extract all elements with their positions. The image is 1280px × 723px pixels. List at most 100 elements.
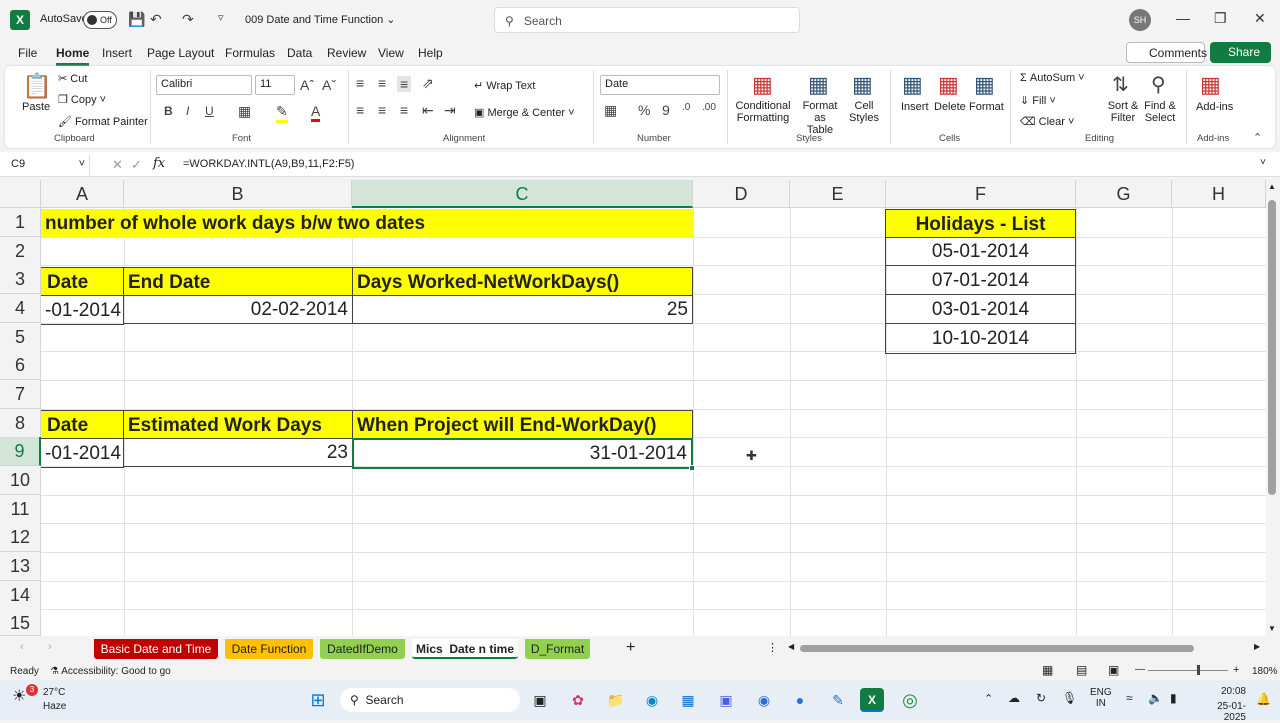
- format-cells-button[interactable]: Format: [969, 101, 1004, 113]
- scroll-right-icon[interactable]: ▶: [1254, 642, 1260, 651]
- sheet-tab[interactable]: DatedIfDemo: [320, 639, 405, 659]
- bold-icon[interactable]: B: [164, 104, 173, 118]
- vertical-scroll-thumb[interactable]: [1268, 200, 1276, 495]
- taskbar-search[interactable]: ⚲ Search: [340, 688, 520, 712]
- sort-filter-button[interactable]: Sort & Filter: [1103, 100, 1143, 124]
- find-select-button[interactable]: Find & Select: [1140, 100, 1180, 124]
- menu-data[interactable]: Data: [287, 46, 312, 60]
- row-header[interactable]: 6: [0, 351, 41, 380]
- share-button[interactable]: Share: [1210, 42, 1271, 63]
- menu-home[interactable]: Home: [56, 46, 90, 66]
- zoom-in-icon[interactable]: +: [1233, 664, 1239, 676]
- cell-styles-icon[interactable]: ▦: [852, 72, 873, 98]
- column-header-c[interactable]: C: [352, 180, 693, 208]
- cell-f4[interactable]: 03-01-2014: [885, 295, 1076, 324]
- autosum-button[interactable]: Σ AutoSum ˅: [1020, 72, 1085, 84]
- cell-f5[interactable]: 10-10-2014: [885, 324, 1076, 354]
- cell-b8[interactable]: Estimated Work Days: [123, 410, 353, 439]
- sort-filter-icon[interactable]: ⇅: [1112, 72, 1129, 97]
- sheet-tab[interactable]: Date Function: [225, 639, 313, 659]
- number-format-select[interactable]: Date: [600, 75, 720, 95]
- function-icon[interactable]: fx: [153, 156, 165, 171]
- cell-c3[interactable]: Days Worked-NetWorkDays(): [352, 267, 693, 296]
- cell-f2[interactable]: 05-01-2014: [885, 237, 1076, 266]
- clock-time[interactable]: 20:08: [1210, 686, 1246, 697]
- decrease-font-icon[interactable]: Aˇ: [322, 77, 336, 93]
- collapse-ribbon-icon[interactable]: ⌃: [1253, 131, 1262, 144]
- row-header[interactable]: 5: [0, 323, 41, 352]
- scroll-down-icon[interactable]: ▼: [1268, 624, 1276, 633]
- row-header[interactable]: 8: [0, 409, 41, 438]
- weather-icon[interactable]: ☀: [12, 686, 26, 706]
- row-header[interactable]: 11: [0, 495, 41, 524]
- row-header[interactable]: 3: [0, 265, 41, 294]
- format-cells-icon[interactable]: ▦: [974, 72, 995, 98]
- paste-button[interactable]: Paste: [22, 101, 50, 113]
- menu-file[interactable]: File: [18, 46, 37, 60]
- notifications-icon[interactable]: 🔔: [1256, 692, 1271, 706]
- increase-decimal-icon[interactable]: .0: [682, 102, 690, 113]
- font-size-select[interactable]: 11: [255, 75, 295, 95]
- align-bottom-icon[interactable]: ≡: [397, 76, 412, 92]
- menu-page-layout[interactable]: Page Layout: [147, 46, 214, 60]
- increase-indent-icon[interactable]: ⇥: [444, 102, 456, 119]
- zoom-slider[interactable]: [1148, 670, 1228, 671]
- borders-icon[interactable]: ▦: [238, 103, 251, 120]
- insert-cells-button[interactable]: Insert: [901, 101, 929, 113]
- redo-icon[interactable]: ↷: [182, 11, 194, 28]
- percent-icon[interactable]: %: [638, 102, 650, 118]
- page-layout-view-icon[interactable]: ▤: [1076, 663, 1087, 677]
- row-header[interactable]: 14: [0, 581, 41, 610]
- row-header[interactable]: 1: [0, 208, 41, 237]
- row-header[interactable]: 2: [0, 237, 41, 266]
- add-ins-icon[interactable]: ▦: [1200, 72, 1221, 98]
- comma-icon[interactable]: 9: [662, 102, 670, 118]
- normal-view-icon[interactable]: ▦: [1042, 663, 1053, 677]
- copilot-icon[interactable]: ✿: [566, 688, 590, 712]
- scroll-up-icon[interactable]: ▲: [1268, 182, 1276, 191]
- cell-styles-button[interactable]: Cell Styles: [845, 100, 883, 124]
- cancel-icon[interactable]: ✕: [112, 157, 123, 173]
- font-color-icon[interactable]: A: [311, 103, 321, 122]
- menu-insert[interactable]: Insert: [102, 46, 132, 60]
- column-header-e[interactable]: E: [790, 180, 886, 208]
- windows-start-icon[interactable]: ⊞: [306, 688, 330, 712]
- conditional-formatting-icon[interactable]: ▦: [752, 72, 773, 98]
- format-as-table-button[interactable]: Format as Table: [796, 100, 844, 136]
- align-middle-icon[interactable]: ≡: [378, 75, 386, 91]
- app-icon[interactable]: ▣: [714, 688, 738, 712]
- prev-sheet-icon[interactable]: ‹: [20, 641, 24, 653]
- column-header-h[interactable]: H: [1172, 180, 1266, 208]
- cell-b9[interactable]: 23: [123, 438, 353, 467]
- undo-icon[interactable]: ↶: [150, 11, 162, 28]
- app-icon[interactable]: ◉: [752, 688, 776, 712]
- orientation-icon[interactable]: ⇗: [422, 75, 434, 92]
- fill-handle[interactable]: [689, 465, 695, 471]
- column-header-a[interactable]: A: [41, 180, 124, 208]
- menu-review[interactable]: Review: [327, 46, 366, 60]
- avatar[interactable]: SH: [1129, 9, 1151, 31]
- accessibility-status[interactable]: ⚗ Accessibility: Good to go: [50, 666, 171, 677]
- comments-button[interactable]: Comments: [1126, 42, 1207, 63]
- cell-f3[interactable]: 07-01-2014: [885, 266, 1076, 295]
- align-center-icon[interactable]: ≡: [378, 102, 386, 118]
- edge-icon[interactable]: ◉: [640, 688, 664, 712]
- add-ins-button[interactable]: Add-ins: [1196, 101, 1233, 113]
- cell-f1[interactable]: Holidays - List: [885, 209, 1076, 238]
- cell-a3[interactable]: Date: [41, 267, 124, 296]
- row-header[interactable]: 7: [0, 380, 41, 409]
- column-header-g[interactable]: G: [1076, 180, 1172, 208]
- chrome-icon[interactable]: ◎: [898, 688, 922, 712]
- cell-c9-selected[interactable]: 31-01-2014: [352, 438, 693, 469]
- copy-button[interactable]: ❐ Copy ˅: [58, 93, 106, 106]
- maximize-icon[interactable]: ❐: [1214, 10, 1227, 27]
- more-options-icon[interactable]: ⋮: [767, 641, 778, 654]
- next-sheet-icon[interactable]: ›: [48, 641, 52, 653]
- insert-cells-icon[interactable]: ▦: [902, 72, 923, 98]
- underline-icon[interactable]: U: [205, 104, 214, 118]
- cell-a8[interactable]: Date: [41, 410, 124, 439]
- row-header[interactable]: 15: [0, 609, 41, 636]
- page-break-view-icon[interactable]: ▣: [1108, 663, 1119, 677]
- system-tray-icon[interactable]: ☁: [1008, 691, 1020, 705]
- row-header[interactable]: 9: [0, 437, 41, 466]
